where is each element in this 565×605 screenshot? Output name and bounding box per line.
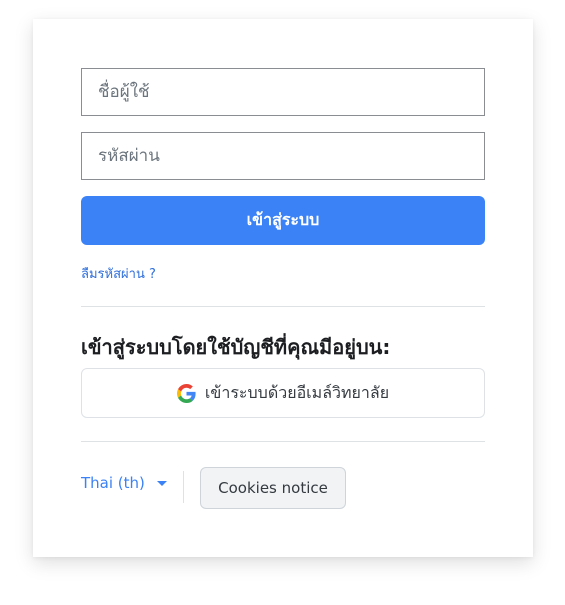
google-login-button[interactable]: เข้าระบบด้วยอีเมล์วิทยาลัย bbox=[81, 368, 485, 418]
language-label: Thai ‎(th)‎ bbox=[81, 474, 145, 492]
divider bbox=[81, 306, 485, 307]
divider bbox=[81, 441, 485, 442]
language-selector[interactable]: Thai ‎(th)‎ bbox=[81, 474, 167, 492]
cookies-notice-button[interactable]: Cookies notice bbox=[200, 467, 346, 509]
google-icon bbox=[176, 383, 196, 403]
login-card: เข้าสู่ระบบ ลืมรหัสผ่าน ? เข้าสู่ระบบโดย… bbox=[33, 19, 533, 557]
external-login-heading: เข้าสู่ระบบโดยใช้บัญชีที่คุณมีอยู่บน: bbox=[81, 335, 391, 359]
forgot-password-link[interactable]: ลืมรหัสผ่าน ? bbox=[81, 263, 156, 284]
caret-down-icon bbox=[156, 480, 167, 486]
username-input[interactable] bbox=[81, 68, 485, 116]
google-login-label: เข้าระบบด้วยอีเมล์วิทยาลัย bbox=[204, 382, 390, 402]
login-button[interactable]: เข้าสู่ระบบ bbox=[81, 196, 485, 245]
password-input[interactable] bbox=[81, 132, 485, 180]
vertical-divider bbox=[183, 471, 184, 503]
